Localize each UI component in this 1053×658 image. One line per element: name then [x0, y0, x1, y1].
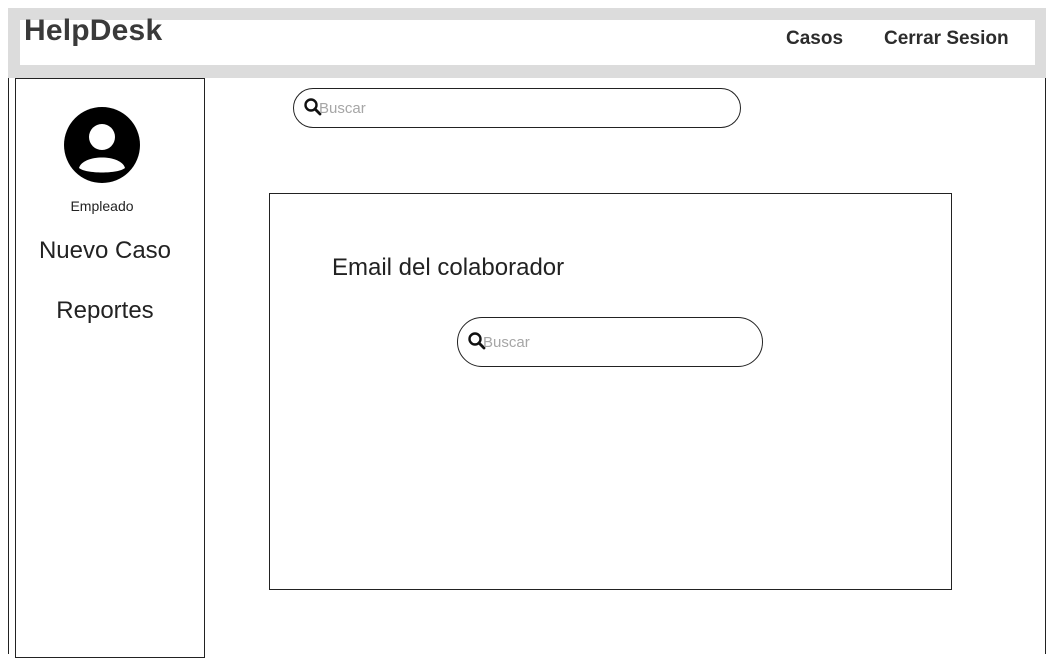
sidebar: Empleado Nuevo Caso Reportes	[15, 78, 205, 658]
search-bar[interactable]	[293, 88, 741, 128]
collaborator-panel: Email del colaborador	[269, 193, 952, 590]
sidebar-item-reportes[interactable]: Reportes	[16, 297, 194, 325]
user-role-label: Empleado	[70, 198, 134, 214]
user-circle-icon	[64, 107, 140, 183]
nav-logout-link[interactable]: Cerrar Sesion	[884, 28, 1009, 50]
sidebar-item-nuevo-caso[interactable]: Nuevo Caso	[16, 237, 194, 265]
brand-logo[interactable]: HelpDesk	[24, 14, 162, 48]
nav-casos-link[interactable]: Casos	[786, 28, 843, 50]
header-bar: HelpDesk Casos Cerrar Sesion	[20, 14, 1035, 65]
collaborator-search-bar[interactable]	[457, 317, 763, 367]
search-input[interactable]	[319, 98, 699, 118]
collaborator-email-input[interactable]	[483, 332, 743, 352]
panel-title: Email del colaborador	[332, 254, 565, 281]
